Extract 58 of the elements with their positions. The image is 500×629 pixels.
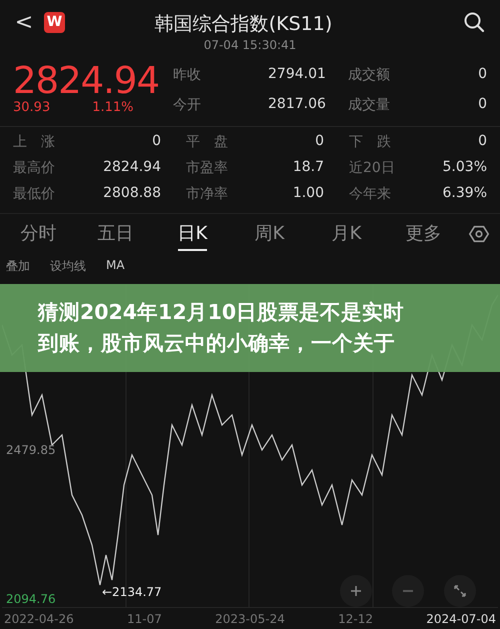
stat-label: 下 跌 [349,133,391,151]
field-label: 成交量 [346,96,391,114]
banner-headline: 猜测2024年12月10日股票是不是实时 [38,299,406,326]
stat-label: 上 涨 [13,133,55,151]
expand-icon [452,583,468,599]
chart-tab[interactable]: 日K [154,214,231,254]
price-change: 30.93 [13,100,50,115]
timestamp: 07-04 15:30:41 [202,38,298,52]
axis-label: 2023-05-24 [215,612,285,626]
low-price-marker: ←2134.77 [102,585,162,599]
search-icon[interactable] [462,10,486,34]
stat-value: 2824.94 [103,159,161,177]
stat-value: 1.00 [292,185,324,203]
stat-value: 5.03% [442,159,487,177]
chart-tab[interactable]: 周K [231,214,308,254]
stat-value: 0 [478,133,487,151]
chart-tab[interactable]: 更多 [385,214,462,254]
minus-icon [403,590,413,592]
field-label: 昨收 [173,66,202,84]
axis-label: 11-07 [127,612,162,626]
back-button[interactable]: < [14,10,34,34]
stat-label: 平 盘 [186,133,228,151]
field-label: 今开 [173,96,202,114]
stat-label: 最高价 [13,159,55,177]
settings-icon[interactable] [468,223,490,245]
page-title: 韩国综合指数(KS11) [154,12,332,37]
stat-value: 18.7 [292,159,324,177]
app-logo: W [44,12,65,32]
stat-label: 市盈率 [186,159,228,177]
chart-tool[interactable]: 设均线 [50,258,86,274]
expand-button[interactable] [444,575,476,607]
field-label: 成交额 [346,66,391,84]
stat-value: 0 [315,133,324,151]
chart-tab[interactable]: 五日 [77,214,154,254]
axis-label: 2479.85 [6,443,56,457]
stat-value: 0 [152,133,161,151]
stat-label: 市净率 [186,185,228,203]
chart-tab[interactable]: 月K [308,214,385,254]
stat-label: 今年来 [349,185,391,203]
chart-tab[interactable]: 分时 [0,214,77,254]
axis-label: 12-12 [338,612,373,626]
plus-icon [348,583,364,599]
stat-value: 6.39% [442,185,487,203]
percent-change: 1.11% [92,100,134,115]
axis-label: 2022-04-26 [4,612,74,626]
field-value: 2794.01 [268,66,326,84]
stat-label: 最低价 [13,185,55,203]
stat-value: 2808.88 [103,185,161,203]
axis-label: 2094.76 [6,592,56,606]
index-price: 2824.94 [13,60,160,102]
field-value: 0 [477,66,487,84]
stat-label: 近20日 [349,159,395,177]
chart-tool[interactable]: MA [106,258,125,274]
chart-tool[interactable]: 叠加 [6,258,30,274]
field-value: 2817.06 [268,96,326,114]
banner-headline: 到账，股市风云中的小确幸，一个关于 [38,330,396,357]
field-value: 0 [477,96,487,114]
axis-label: 2024-07-04 [426,612,496,626]
